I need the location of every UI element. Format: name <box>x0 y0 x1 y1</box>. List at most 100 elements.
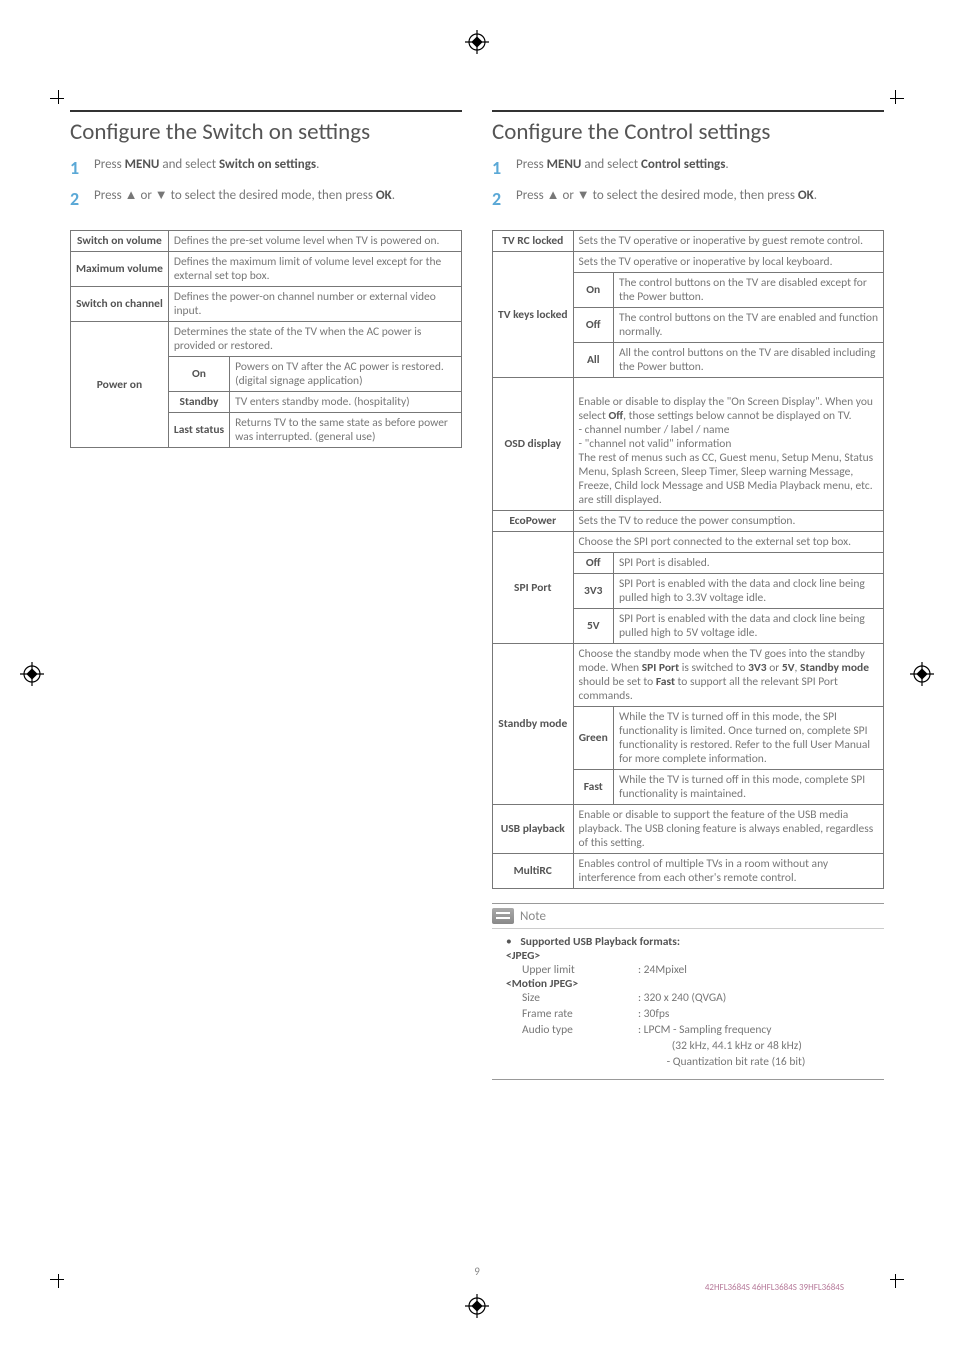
note-value: : 24Mpixel <box>638 963 880 977</box>
table-row: MultiRC Enables control of multiple TVs … <box>493 854 884 889</box>
row-desc: Sets the TV operative or inoperative by … <box>573 231 883 252</box>
option-name: Standby <box>168 392 229 413</box>
note-title: Note <box>520 909 546 924</box>
step: 2 Press ▲ or ▼ to select the desired mod… <box>70 187 462 212</box>
switch-on-settings-table: Switch on volume Defines the pre-set vol… <box>70 230 462 448</box>
step-number: 1 <box>492 156 508 181</box>
left-steps: 1 Press MENU and select Switch on settin… <box>70 156 462 212</box>
option-desc: All the control buttons on the TV are di… <box>613 343 883 378</box>
note-key: Upper limit <box>522 963 632 977</box>
row-desc: Defines the power-on channel number or e… <box>168 287 461 322</box>
registration-mark-icon <box>910 662 934 686</box>
option-name: Fast <box>573 770 613 805</box>
page-content: Configure the Switch on settings 1 Press… <box>70 60 884 1080</box>
row-desc: Enables control of multiple TVs in a roo… <box>573 854 883 889</box>
option-desc: Powers on TV after the AC power is resto… <box>230 357 462 392</box>
crop-mark-icon <box>50 1268 70 1288</box>
note-key <box>522 1055 632 1069</box>
row-intro: Choose the standby mode when the TV goes… <box>573 644 883 707</box>
note-value: : 30fps <box>638 1007 880 1021</box>
table-row: Power on Determines the state of the TV … <box>71 322 462 357</box>
note-body: Supported USB Playback formats: <JPEG> U… <box>492 928 884 1079</box>
option-desc: TV enters standby mode. (hospitality) <box>230 392 462 413</box>
page-number: 9 <box>474 1265 480 1278</box>
row-head: SPI Port <box>493 532 574 644</box>
crop-mark-icon <box>50 90 70 110</box>
step: 2 Press ▲ or ▼ to select the desired mod… <box>492 187 884 212</box>
row-desc: Defines the maximum limit of volume leve… <box>168 252 461 287</box>
note-box: Note Supported USB Playback formats: <JP… <box>492 903 884 1080</box>
row-intro: Choose the SPI port connected to the ext… <box>573 532 883 553</box>
registration-mark-icon <box>465 1294 489 1318</box>
table-row: OSD display Enable or disable to display… <box>493 378 884 511</box>
step-text: Press ▲ or ▼ to select the desired mode,… <box>94 187 395 205</box>
option-name: Off <box>573 553 613 574</box>
option-desc: Returns TV to the same state as before p… <box>230 413 462 448</box>
option-desc: While the TV is turned off in this mode,… <box>613 707 883 770</box>
option-desc: The control buttons on the TV are enable… <box>613 308 883 343</box>
right-heading: Configure the Control settings <box>492 110 884 146</box>
step-text: Press ▲ or ▼ to select the desired mode,… <box>516 187 817 205</box>
row-desc: Sets the TV to reduce the power consumpt… <box>573 511 883 532</box>
option-name: On <box>573 273 613 308</box>
row-head: MultiRC <box>493 854 574 889</box>
option-name: 5V <box>573 609 613 644</box>
option-name: Last status <box>168 413 229 448</box>
row-head: TV keys locked <box>493 252 574 378</box>
registration-mark-icon <box>465 30 489 54</box>
row-head: Standby mode <box>493 644 574 805</box>
step-number: 2 <box>70 187 86 212</box>
row-intro: Determines the state of the TV when the … <box>168 322 461 357</box>
crop-mark-icon <box>884 1268 904 1288</box>
model-numbers: 42HFL3684S 46HFL3684S 39HFL3684S <box>705 1282 844 1293</box>
left-column: Configure the Switch on settings 1 Press… <box>70 110 462 1080</box>
table-row: USB playback Enable or disable to suppor… <box>493 805 884 854</box>
right-column: Configure the Control settings 1 Press M… <box>492 110 884 1080</box>
option-name: On <box>168 357 229 392</box>
note-key: Frame rate <box>522 1007 632 1021</box>
row-head: Switch on volume <box>71 231 169 252</box>
row-head: TV RC locked <box>493 231 574 252</box>
crop-mark-icon <box>884 90 904 110</box>
step-number: 1 <box>70 156 86 181</box>
step-text: Press MENU and select Switch on settings… <box>94 156 319 174</box>
option-name: Green <box>573 707 613 770</box>
table-row: Maximum volume Defines the maximum limit… <box>71 252 462 287</box>
right-steps: 1 Press MENU and select Control settings… <box>492 156 884 212</box>
table-row: Switch on volume Defines the pre-set vol… <box>71 231 462 252</box>
table-row: TV RC locked Sets the TV operative or in… <box>493 231 884 252</box>
option-name: Off <box>573 308 613 343</box>
option-desc: While the TV is turned off in this mode,… <box>613 770 883 805</box>
note-key: Audio type <box>522 1023 632 1037</box>
row-head: Power on <box>71 322 169 448</box>
table-row: SPI Port Choose the SPI port connected t… <box>493 532 884 553</box>
note-value: - Quantization bit rate (16 bit) <box>638 1055 880 1069</box>
note-value: (32 kHz, 44.1 kHz or 48 kHz) <box>638 1039 880 1053</box>
control-settings-table: TV RC locked Sets the TV operative or in… <box>492 230 884 889</box>
option-desc: The control buttons on the TV are disabl… <box>613 273 883 308</box>
row-head: Switch on channel <box>71 287 169 322</box>
note-key <box>522 1039 632 1053</box>
step: 1 Press MENU and select Switch on settin… <box>70 156 462 181</box>
step-number: 2 <box>492 187 508 212</box>
row-head: Maximum volume <box>71 252 169 287</box>
table-row: EcoPower Sets the TV to reduce the power… <box>493 511 884 532</box>
row-intro: Sets the TV operative or inoperative by … <box>573 252 883 273</box>
row-head: EcoPower <box>493 511 574 532</box>
row-head: USB playback <box>493 805 574 854</box>
left-heading: Configure the Switch on settings <box>70 110 462 146</box>
table-row: Standby mode Choose the standby mode whe… <box>493 644 884 707</box>
row-desc: Enable or disable to support the feature… <box>573 805 883 854</box>
table-row: Switch on channel Defines the power-on c… <box>71 287 462 322</box>
note-icon <box>492 908 514 924</box>
note-value: : LPCM - Sampling frequency <box>638 1023 880 1037</box>
row-desc: Enable or disable to display the "On Scr… <box>573 378 883 511</box>
row-desc: Defines the pre-set volume level when TV… <box>168 231 461 252</box>
note-value: : 320 x 240 (QVGA) <box>638 991 880 1005</box>
step: 1 Press MENU and select Control settings… <box>492 156 884 181</box>
note-key: Size <box>522 991 632 1005</box>
note-lead: Supported USB Playback formats: <JPEG> U… <box>506 935 880 1069</box>
option-desc: SPI Port is enabled with the data and cl… <box>613 609 883 644</box>
option-name: 3V3 <box>573 574 613 609</box>
step-text: Press MENU and select Control settings. <box>516 156 729 174</box>
